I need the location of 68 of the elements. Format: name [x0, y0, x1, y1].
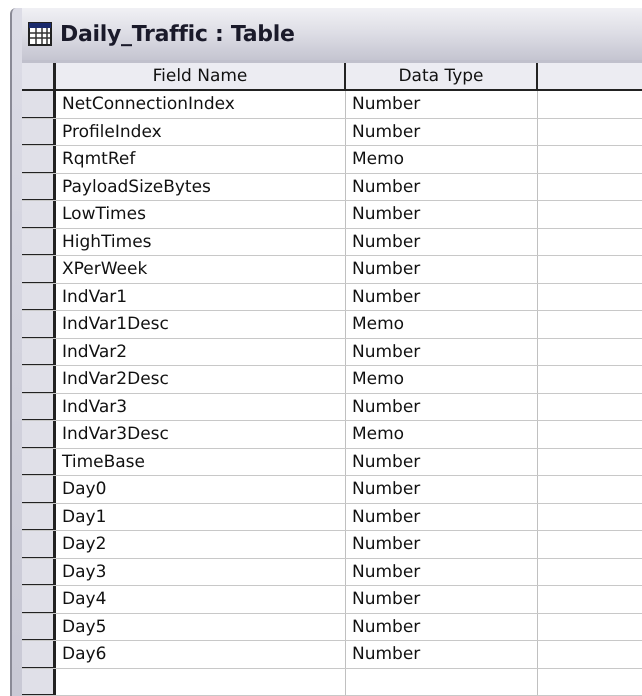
- table-cell: IndVar2Desc: [62, 369, 169, 389]
- row-selector[interactable]: [22, 91, 56, 118]
- table-cell: IndVar1: [62, 286, 128, 306]
- table-cell: LowTimes: [62, 204, 146, 224]
- table-cell: IndVar1Desc: [62, 314, 169, 334]
- table-cell: Memo: [352, 314, 404, 334]
- column-header[interactable]: Field Name: [56, 63, 346, 89]
- row-selector[interactable]: [22, 586, 56, 612]
- row-selector[interactable]: [22, 201, 56, 228]
- row-selector[interactable]: [22, 641, 56, 668]
- row-selector[interactable]: [22, 476, 56, 502]
- table-cell: TimeBase: [62, 452, 145, 472]
- table-cell: Memo: [352, 424, 404, 444]
- table-cell: NetConnectionIndex: [62, 94, 235, 114]
- table-cell: Memo: [352, 149, 404, 169]
- row-selector[interactable]: [22, 558, 56, 585]
- table-icon: [28, 22, 52, 46]
- table-cell: XPerWeek: [62, 259, 148, 279]
- row-selector[interactable]: [22, 394, 56, 420]
- row-selector[interactable]: [22, 118, 56, 145]
- table-cell: Number: [352, 562, 420, 582]
- table-cell: Number: [352, 94, 420, 114]
- table-cell: Number: [352, 452, 420, 472]
- row-selector[interactable]: [22, 174, 56, 200]
- table-cell: Memo: [352, 369, 404, 389]
- row-selector[interactable]: [22, 366, 56, 392]
- table-cell: Number: [352, 616, 420, 636]
- row-selector[interactable]: [22, 311, 56, 338]
- row-selector[interactable]: [22, 614, 56, 640]
- table-cell: Day2: [62, 534, 106, 554]
- table-cell: Number: [352, 176, 420, 196]
- table-cell: IndVar3Desc: [62, 424, 169, 444]
- table-cell: Number: [352, 259, 420, 279]
- row-selector[interactable]: [22, 531, 56, 558]
- table-cell: Number: [352, 644, 420, 664]
- table-cell: Number: [352, 479, 420, 499]
- row-selector[interactable]: [22, 668, 56, 695]
- table-cell: Day3: [62, 562, 106, 582]
- table-cell: Day1: [62, 506, 106, 526]
- row-selector[interactable]: [22, 256, 56, 282]
- row-selector[interactable]: [22, 448, 56, 475]
- table-cell: Day4: [62, 589, 106, 609]
- table-cell: Number: [352, 506, 420, 526]
- table-cell: IndVar2: [62, 342, 128, 362]
- window-title: Daily_Traffic : Table: [60, 20, 295, 48]
- table-cell: Number: [352, 232, 420, 252]
- table-cell: HighTimes: [62, 232, 152, 252]
- table-cell: Number: [352, 589, 420, 609]
- table-cell: RqmtRef: [62, 149, 136, 169]
- table-cell: Number: [352, 396, 420, 416]
- table-cell: Day0: [62, 479, 106, 499]
- table-cell: PayloadSizeBytes: [62, 176, 211, 196]
- row-selector[interactable]: [22, 421, 56, 448]
- table-cell: Number: [352, 122, 420, 142]
- table-cell: Number: [352, 286, 420, 306]
- table-cell: Number: [352, 204, 420, 224]
- row-selector[interactable]: [22, 228, 56, 255]
- table-cell: ProfileIndex: [62, 122, 162, 142]
- row-selector[interactable]: [22, 504, 56, 530]
- table-cell: IndVar3: [62, 396, 128, 416]
- table-cell: Number: [352, 534, 420, 554]
- table-cell: Day6: [62, 644, 106, 664]
- column-header[interactable]: Data Type: [346, 63, 538, 89]
- table-cell: Number: [352, 342, 420, 362]
- row-selector[interactable]: [22, 284, 56, 310]
- row-selector[interactable]: [22, 146, 56, 172]
- row-selector[interactable]: [22, 338, 56, 365]
- table-cell: Day5: [62, 616, 106, 636]
